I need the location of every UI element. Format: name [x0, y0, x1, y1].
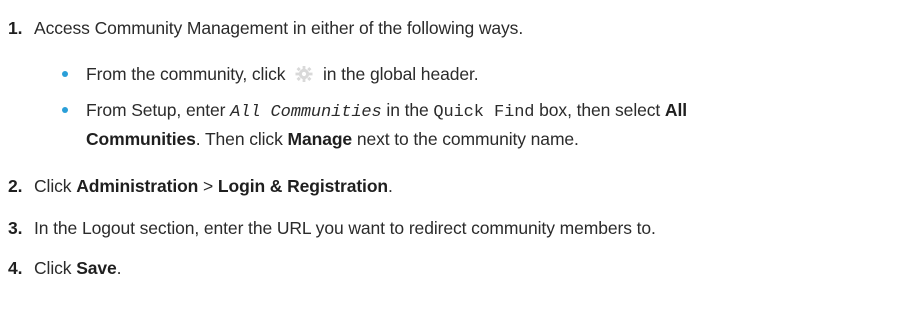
- step-number: 2.: [8, 176, 23, 196]
- instruction-document: 1. Access Community Management in either…: [0, 0, 917, 314]
- step-text: Click Save.: [34, 258, 122, 278]
- bold-login-registration: Login & Registration: [217, 176, 388, 196]
- bold-save: Save: [76, 258, 117, 278]
- bullet-icon: [62, 71, 68, 77]
- bold-communities: Communities: [86, 129, 196, 149]
- code-all-communities: All Communities: [230, 103, 382, 122]
- step-text: Click Administration > Login & Registrat…: [34, 176, 393, 196]
- step-number: 3.: [8, 218, 23, 238]
- step-number: 1.: [8, 18, 23, 38]
- gear-icon: [295, 66, 313, 82]
- code-quick-find: Quick Find: [433, 103, 535, 122]
- step-number: 4.: [8, 258, 23, 278]
- bold-all: All: [664, 100, 687, 120]
- bullet-icon: [62, 107, 68, 113]
- substep-text: From the community, click in the global …: [86, 64, 479, 84]
- bold-manage: Manage: [287, 129, 353, 149]
- substep-text-cont: Communities. Then click Manage next to t…: [86, 129, 579, 149]
- step-text: Access Community Management in either of…: [34, 18, 524, 38]
- substep-text: From Setup, enter All Communities in the…: [86, 100, 687, 122]
- step-text: In the Logout section, enter the URL you…: [34, 218, 656, 238]
- bold-administration: Administration: [76, 176, 199, 196]
